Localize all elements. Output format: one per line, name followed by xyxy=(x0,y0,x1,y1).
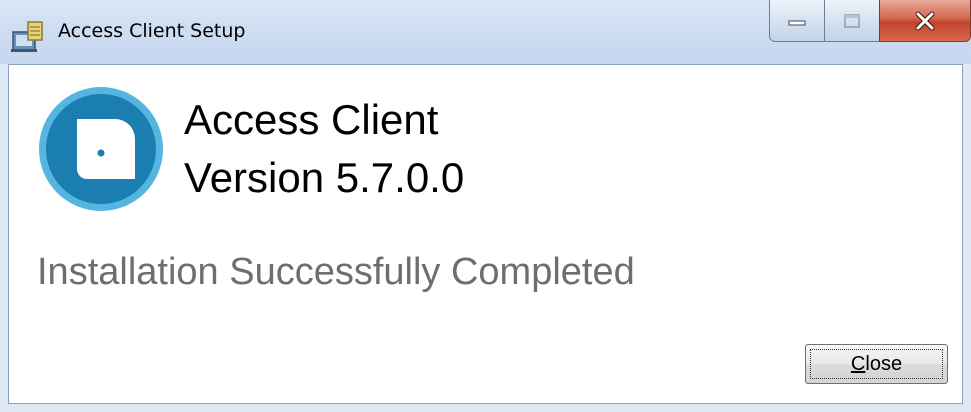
minimize-button[interactable] xyxy=(769,0,825,42)
maximize-icon xyxy=(844,13,860,28)
close-icon xyxy=(915,11,935,30)
access-client-logo-icon xyxy=(39,87,163,211)
window-title: Access Client Setup xyxy=(58,20,246,42)
setup-window: Access Client Setup Access Client Versio… xyxy=(0,0,971,412)
close-button-mnemonic: C xyxy=(850,352,866,375)
product-version: Version 5.7.0.0 xyxy=(184,154,465,201)
close-button-label: lose xyxy=(865,352,903,375)
close-window-button[interactable] xyxy=(879,0,971,42)
focus-ring: Close xyxy=(810,349,943,379)
caption-buttons xyxy=(769,0,971,42)
installer-icon xyxy=(11,21,43,52)
title-bar[interactable]: Access Client Setup xyxy=(0,0,971,64)
maximize-button[interactable] xyxy=(824,0,880,42)
dialog-content: Access Client Version 5.7.0.0 Installati… xyxy=(8,64,963,404)
close-button[interactable]: Close xyxy=(805,344,948,384)
installation-status: Installation Successfully Completed xyxy=(37,251,635,293)
product-name: Access Client xyxy=(184,96,439,143)
minimize-icon xyxy=(788,20,806,25)
